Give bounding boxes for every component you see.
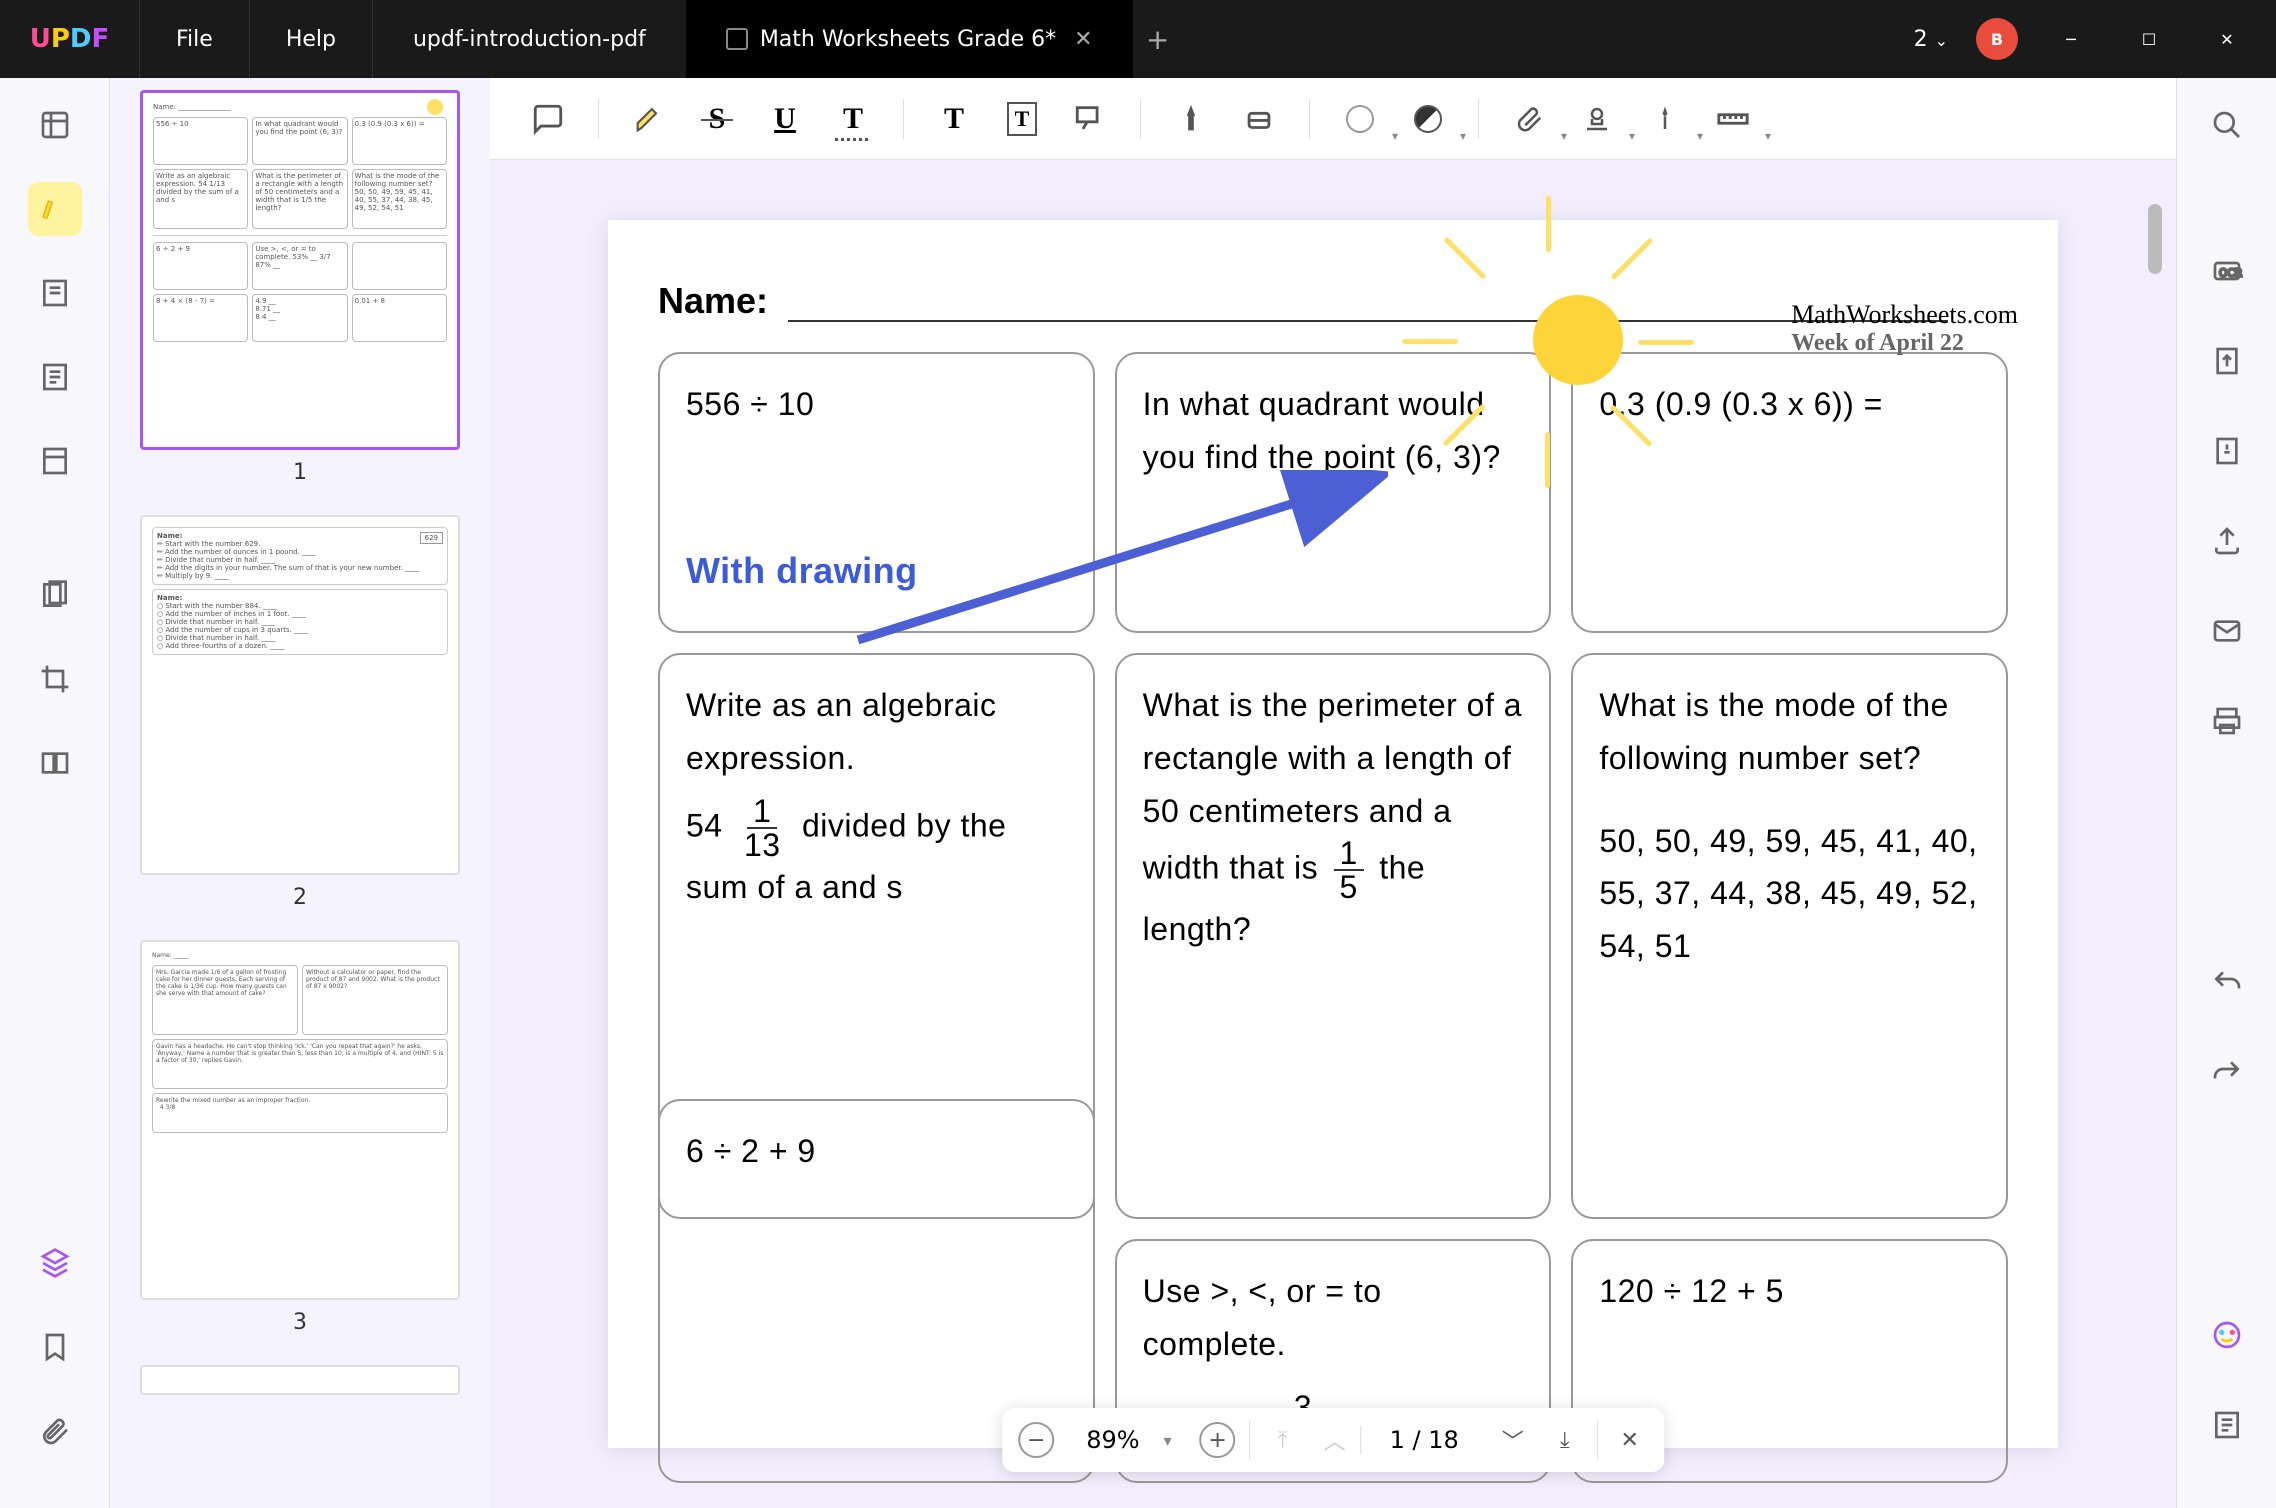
text-button[interactable]: T xyxy=(926,91,982,147)
highlight-button[interactable] xyxy=(621,91,677,147)
callout-button[interactable] xyxy=(1062,91,1118,147)
zoom-out-button[interactable]: − xyxy=(1018,1422,1054,1458)
comment-button[interactable] xyxy=(520,91,576,147)
notes-button[interactable] xyxy=(2200,1398,2254,1452)
document-viewport[interactable]: MathWorksheets.com Week of April 22 Name… xyxy=(490,160,2176,1508)
shapes-button[interactable] xyxy=(1332,91,1388,147)
workspace: S U T T T xyxy=(490,78,2176,1508)
compare-button[interactable] xyxy=(28,736,82,790)
close-button[interactable]: ✕ xyxy=(2202,19,2252,59)
annotation-toolbar: S U T T T xyxy=(490,78,2176,160)
ruler-button[interactable] xyxy=(1705,91,1761,147)
zoom-level: 89% xyxy=(1062,1426,1163,1454)
form-button[interactable] xyxy=(28,434,82,488)
question-box: What is the mode of the following number… xyxy=(1571,653,2008,1219)
redo-button[interactable] xyxy=(2200,1046,2254,1100)
close-statusbar-button[interactable]: ✕ xyxy=(1604,1414,1656,1466)
left-rail xyxy=(0,78,110,1508)
page-thumbnail-2[interactable]: Name: 629 ✏ Start with the number 629. ✏… xyxy=(140,515,460,875)
sign-button[interactable] xyxy=(1637,91,1693,147)
prev-page-button[interactable]: ︿ xyxy=(1309,1414,1361,1466)
strikethrough-button[interactable]: S xyxy=(689,91,745,147)
question-box: 556 ÷ 10 With drawing xyxy=(658,352,1095,633)
minimize-button[interactable]: ─ xyxy=(2046,19,2096,59)
bookmark-button[interactable] xyxy=(28,1320,82,1374)
tab-label: Math Worksheets Grade 6* xyxy=(760,27,1056,52)
maximize-button[interactable]: ☐ xyxy=(2124,19,2174,59)
document-page: MathWorksheets.com Week of April 22 Name… xyxy=(608,220,2058,1448)
first-page-button[interactable]: ⤒ xyxy=(1257,1414,1309,1466)
zoom-dropdown[interactable]: ▾ xyxy=(1164,1431,1192,1450)
thumbnails-button[interactable] xyxy=(28,98,82,152)
question-box: In what quadrant would you find the poin… xyxy=(1115,352,1552,633)
notification-count[interactable]: 2 ⌄ xyxy=(1914,27,1948,52)
page-thumbnail-1[interactable]: Name: _______________ 556 ÷ 10In what qu… xyxy=(140,90,460,450)
scroll-indicator[interactable] xyxy=(2148,204,2162,274)
question-text: Write as an algebraic expression. xyxy=(686,679,1067,785)
next-page-button[interactable]: ﹀ xyxy=(1487,1414,1539,1466)
comment-tool-button[interactable] xyxy=(28,182,82,236)
organize-button[interactable] xyxy=(28,568,82,622)
menu-help[interactable]: Help xyxy=(250,0,373,78)
share-button[interactable] xyxy=(2200,514,2254,568)
eraser-button[interactable] xyxy=(1231,91,1287,147)
svg-text:OCR: OCR xyxy=(2219,266,2243,279)
question-box: 0.3 (0.9 (0.3 x 6)) = xyxy=(1571,352,2008,633)
close-icon[interactable]: ✕ xyxy=(1074,27,1092,52)
convert-button[interactable] xyxy=(2200,334,2254,388)
page-indicator[interactable]: 1 / 18 xyxy=(1361,1426,1487,1454)
add-tab-button[interactable]: + xyxy=(1133,0,1183,78)
layers-button[interactable] xyxy=(28,1236,82,1290)
question-box: What is the perimeter of a rectangle wit… xyxy=(1115,653,1552,1219)
name-label: Name: xyxy=(658,280,768,322)
ai-button[interactable] xyxy=(2200,1308,2254,1362)
bookmarks-button[interactable] xyxy=(28,266,82,320)
stamp-button[interactable] xyxy=(1569,91,1625,147)
textbox-button[interactable]: T xyxy=(994,91,1050,147)
crop-button[interactable] xyxy=(28,652,82,706)
shapes-filled-button[interactable] xyxy=(1400,91,1456,147)
week-text: Week of April 22 xyxy=(1791,330,2018,357)
tab-math[interactable]: Math Worksheets Grade 6* ✕ xyxy=(686,0,1133,78)
tabs: updf-introduction-pdf Math Worksheets Gr… xyxy=(373,0,1914,78)
brand-text: MathWorksheets.com xyxy=(1791,300,2018,330)
app-logo: UPDF xyxy=(0,0,140,78)
print-button[interactable] xyxy=(2200,694,2254,748)
email-button[interactable] xyxy=(2200,604,2254,658)
last-page-button[interactable]: ⤓ xyxy=(1539,1414,1591,1466)
thumb-label-2: 2 xyxy=(140,885,460,910)
search-button[interactable] xyxy=(2200,98,2254,152)
thumb-label-3: 3 xyxy=(140,1310,460,1335)
status-bar: − 89% ▾ + ⤒ ︿ 1 / 18 ﹀ ⤓ ✕ xyxy=(1002,1408,1664,1472)
pencil-button[interactable] xyxy=(1163,91,1219,147)
compress-button[interactable] xyxy=(2200,424,2254,478)
page-thumbnail-3[interactable]: Name: _____ Mrs. Garcia made 1/6 of a ga… xyxy=(140,940,460,1300)
annotation-label[interactable]: With drawing xyxy=(686,541,1067,600)
question-text: What is the mode of the following number… xyxy=(1599,679,1980,785)
question-text: 556 ÷ 10 xyxy=(686,378,1067,431)
squiggly-button[interactable]: T xyxy=(825,91,881,147)
tab-label: updf-introduction-pdf xyxy=(413,27,646,52)
titlebar: UPDF File Help updf-introduction-pdf Mat… xyxy=(0,0,2276,78)
avatar[interactable]: B xyxy=(1976,18,2018,60)
name-line xyxy=(788,292,1948,322)
right-rail: OCR xyxy=(2176,78,2276,1508)
question-text: 50, 50, 49, 59, 45, 41, 40, 55, 37, 44, … xyxy=(1599,815,1980,973)
zoom-in-button[interactable]: + xyxy=(1200,1422,1236,1458)
menu-file[interactable]: File xyxy=(140,0,250,78)
document-icon xyxy=(726,28,748,50)
attachment-button[interactable] xyxy=(28,1404,82,1458)
thumbnails-panel: Name: _______________ 556 ÷ 10In what qu… xyxy=(110,78,490,1508)
thumb-label-1: 1 xyxy=(140,460,460,485)
page-thumbnail-4[interactable] xyxy=(140,1365,460,1395)
underline-button[interactable]: U xyxy=(757,91,813,147)
attach-button[interactable] xyxy=(1501,91,1557,147)
page-tool-button[interactable] xyxy=(28,350,82,404)
ocr-button[interactable]: OCR xyxy=(2200,244,2254,298)
tab-intro[interactable]: updf-introduction-pdf xyxy=(373,0,686,78)
chevron-down-icon: ⌄ xyxy=(1935,31,1948,50)
undo-button[interactable] xyxy=(2200,956,2254,1010)
